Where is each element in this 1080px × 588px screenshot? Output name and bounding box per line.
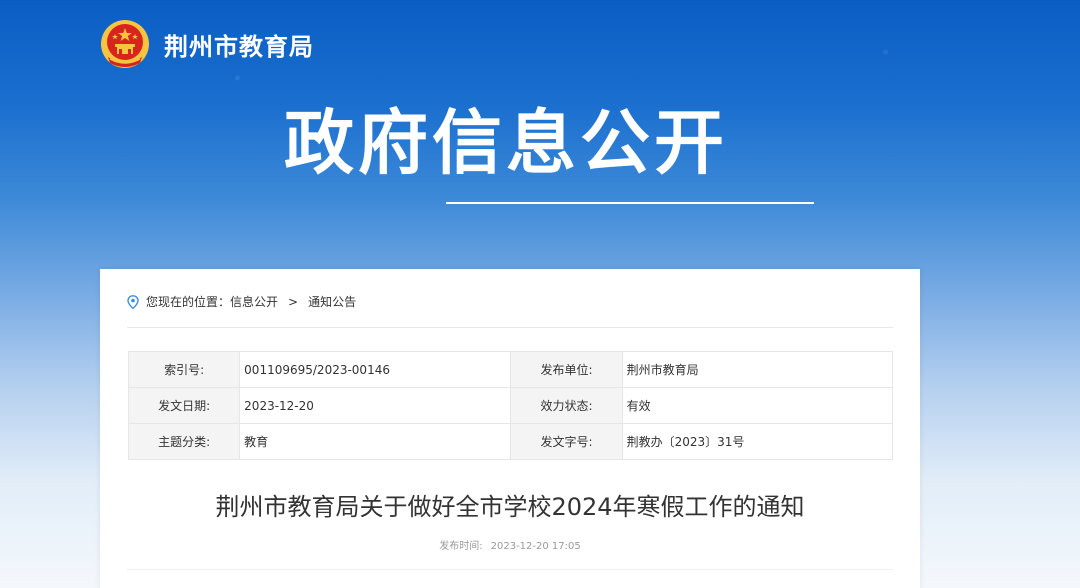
breadcrumb: 您现在的位置： 信息公开 > 通知公告 bbox=[127, 293, 356, 310]
issue-date-label: 发文日期: bbox=[127, 387, 241, 424]
content-divider bbox=[127, 569, 893, 570]
location-pin-icon bbox=[127, 294, 139, 309]
content-card: 您现在的位置： 信息公开 > 通知公告 索引号: 001109695/2023-… bbox=[100, 269, 920, 588]
topic-label: 主题分类: bbox=[127, 423, 241, 460]
publisher-value: 荆州市教育局 bbox=[621, 351, 894, 388]
national-emblem-icon[interactable] bbox=[100, 19, 150, 69]
validity-label: 效力状态: bbox=[510, 387, 623, 424]
document-number-label: 发文字号: bbox=[510, 423, 623, 460]
breadcrumb-divider bbox=[127, 327, 893, 328]
site-name[interactable]: 荆州市教育局 bbox=[164, 27, 314, 62]
publish-info: 发布时间: 2023-12-20 17:05 bbox=[100, 537, 920, 552]
breadcrumb-separator: > bbox=[288, 294, 299, 309]
publish-time-value: 2023-12-20 17:05 bbox=[490, 541, 581, 552]
breadcrumb-prefix: 您现在的位置： bbox=[146, 295, 231, 309]
document-meta-table: 索引号: 001109695/2023-00146 发布单位: 荆州市教育局 发… bbox=[127, 351, 894, 460]
index-number-label: 索引号: bbox=[127, 351, 241, 388]
meta-row: 索引号: 001109695/2023-00146 发布单位: 荆州市教育局 bbox=[127, 351, 894, 388]
document-number-value: 荆教办〔2023〕31号 bbox=[621, 423, 894, 460]
breadcrumb-item-notices[interactable]: 通知公告 bbox=[308, 293, 356, 310]
meta-row: 主题分类: 教育 发文字号: 荆教办〔2023〕31号 bbox=[127, 423, 894, 460]
topic-value: 教育 bbox=[239, 423, 512, 460]
page: 荆州市教育局 政府信息公开 您现在的位置： 信息公开 > 通知公告 索引号: 0… bbox=[0, 0, 1080, 588]
index-number-value: 001109695/2023-00146 bbox=[239, 351, 512, 388]
article-title: 荆州市教育局关于做好全市学校2024年寒假工作的通知 bbox=[215, 493, 805, 521]
publisher-label: 发布单位: bbox=[510, 351, 623, 388]
validity-value: 有效 bbox=[621, 387, 894, 424]
breadcrumb-item-info-disclosure[interactable]: 信息公开 bbox=[230, 293, 278, 310]
hero-underline bbox=[446, 202, 814, 204]
meta-row: 发文日期: 2023-12-20 效力状态: 有效 bbox=[127, 387, 894, 424]
site-header: 荆州市教育局 bbox=[100, 16, 314, 72]
issue-date-value: 2023-12-20 bbox=[239, 387, 512, 424]
publish-time-label: 发布时间: bbox=[439, 541, 483, 552]
hero-title: 政府信息公开 bbox=[284, 102, 728, 184]
